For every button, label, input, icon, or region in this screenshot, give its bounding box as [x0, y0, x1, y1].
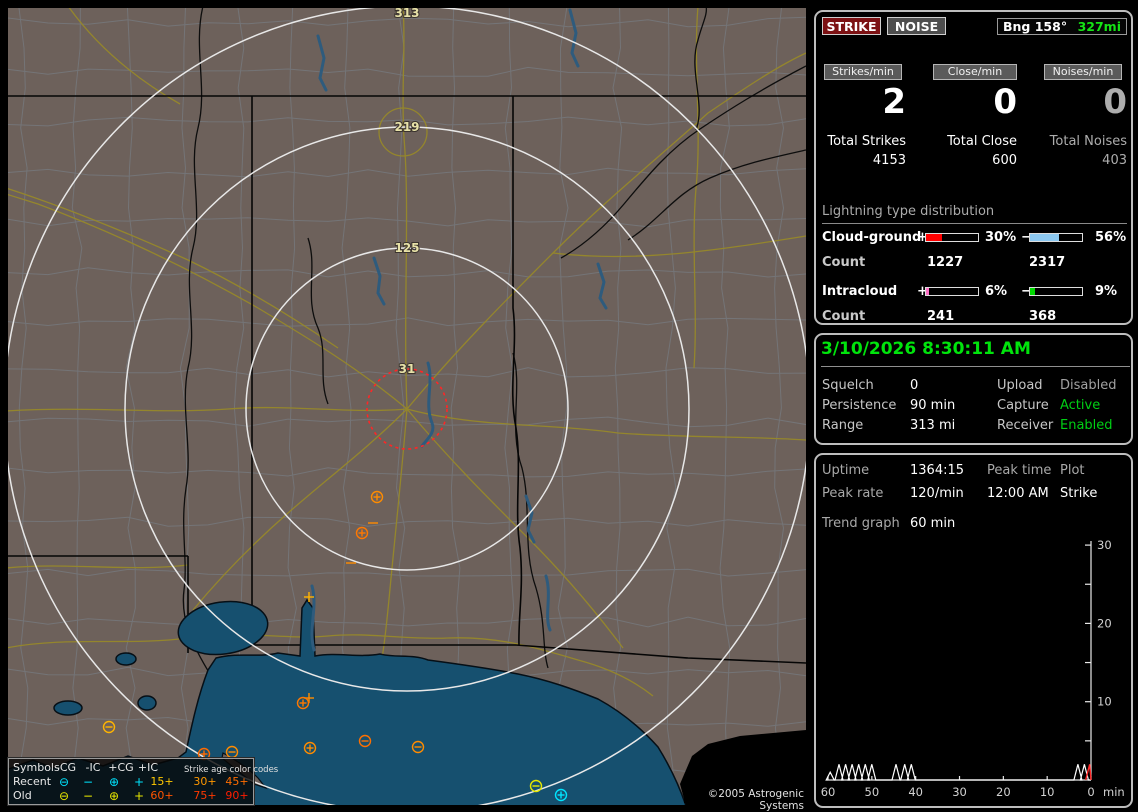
receiver-label: Receiver: [997, 418, 1054, 433]
peak-rate-value: 120/min: [910, 486, 964, 501]
cg-negative-count: 2317: [1029, 255, 1066, 270]
trend-graph: 10 20 30 60 50 40 30 20 10 0 min: [821, 538, 1125, 799]
total-strikes-label: Total Strikes: [827, 134, 906, 149]
bearing-distance: 327mi: [1077, 19, 1121, 34]
trend-window-value: 60 min: [910, 516, 956, 531]
total-close-value: 600: [992, 153, 1017, 168]
cg-positive-bar: [925, 233, 979, 242]
svg-text:0: 0: [1087, 785, 1094, 799]
ic-count-label: Count: [822, 309, 866, 324]
legend-age-90: 90+: [225, 789, 249, 802]
svg-text:10: 10: [1040, 785, 1055, 799]
strikes-per-min-value: 2: [882, 82, 906, 122]
peak-rate-label: Peak rate: [822, 486, 884, 501]
legend-age-30: 30+: [193, 775, 217, 788]
legend-recent-label: Recent: [13, 775, 52, 788]
total-noises-value: 403: [1102, 153, 1127, 168]
plot-type-value: Strike: [1060, 486, 1098, 501]
svg-text:219: 219: [394, 120, 419, 134]
legend-header-pcg: +CG: [108, 761, 134, 774]
ic-positive-pct: 6%: [985, 284, 1008, 299]
persistence-value: 90 min: [910, 398, 956, 413]
range-label: Range: [822, 418, 864, 433]
range-value: 313 mi: [910, 418, 956, 433]
ic-negative-pct: 9%: [1095, 284, 1118, 299]
total-close-label: Total Close: [947, 134, 1017, 149]
capture-label: Capture: [997, 398, 1049, 413]
svg-text:20: 20: [1097, 616, 1112, 630]
squelch-label: Squelch: [822, 378, 874, 393]
cg-count-label: Count: [822, 255, 866, 270]
ic-negative-bar: [1029, 287, 1083, 296]
ic-positive-bar: [925, 287, 979, 296]
strikes-per-min-button[interactable]: Strikes/min: [824, 64, 902, 80]
ic-negative-count: 368: [1029, 309, 1057, 324]
svg-text:313: 313: [394, 8, 419, 20]
uptime-label: Uptime: [822, 463, 870, 478]
svg-text:125: 125: [394, 241, 419, 255]
upload-label: Upload: [997, 378, 1043, 393]
capture-status: Active: [1060, 398, 1101, 413]
map-svg: 313 219 125 31: [8, 8, 806, 805]
total-strikes-value: 4153: [872, 153, 906, 168]
noise-button[interactable]: NOISE: [887, 17, 946, 35]
cloud-ground-label: Cloud-ground: [822, 230, 922, 245]
legend-age-75: 75+: [193, 789, 217, 802]
datetime-display: 3/10/2026 8:30:11 AM: [821, 339, 1130, 367]
plot-label: Plot: [1060, 463, 1085, 478]
svg-text:60: 60: [821, 785, 836, 799]
panel-stats: Uptime 1364:15 Peak time Plot Peak rate …: [814, 453, 1133, 808]
upload-status: Disabled: [1060, 378, 1117, 393]
cg-negative-pct: 56%: [1095, 230, 1127, 245]
peak-time-value: 12:00 AM: [987, 486, 1049, 501]
strike-button[interactable]: STRIKE: [822, 17, 881, 35]
legend-header-nic: -IC: [85, 761, 101, 774]
svg-text:30: 30: [1097, 538, 1112, 552]
copyright-text: ©2005 Astrogenic Systems: [684, 788, 806, 812]
cg-positive-pct: 30%: [985, 230, 1017, 245]
svg-text:31: 31: [399, 362, 416, 376]
strike-legend: Symbols -CG -IC +CG +IC Strike age color…: [7, 757, 278, 806]
intracloud-label: Intracloud: [822, 284, 898, 299]
bearing-readout: Bng 158° 327mi: [997, 18, 1127, 35]
bearing-label: Bng 158°: [1003, 19, 1068, 34]
svg-text:30: 30: [952, 785, 967, 799]
squelch-value: 0: [910, 378, 919, 393]
svg-text:10: 10: [1097, 695, 1112, 709]
legend-age-60: 60+: [150, 789, 174, 802]
distribution-heading: Lightning type distribution: [822, 204, 1127, 224]
svg-text:50: 50: [865, 785, 880, 799]
panel-counters: STRIKE NOISE Bng 158° 327mi Strikes/min …: [814, 10, 1133, 325]
total-noises-label: Total Noises: [1049, 134, 1127, 149]
map-canvas[interactable]: 313 219 125 31 Symbols -CG -IC +CG +IC Stri…: [7, 8, 806, 812]
receiver-status: Enabled: [1060, 418, 1113, 433]
ic-positive-count: 241: [927, 309, 955, 324]
cg-negative-bar: [1029, 233, 1083, 242]
persistence-label: Persistence: [822, 398, 897, 413]
legend-age-15: 15+: [150, 775, 174, 788]
panel-status: 3/10/2026 8:30:11 AM Squelch 0 Upload Di…: [814, 333, 1133, 445]
noises-per-min-value: 0: [1103, 82, 1127, 122]
close-per-min-button[interactable]: Close/min: [933, 64, 1017, 80]
peak-time-label: Peak time: [987, 463, 1052, 478]
close-per-min-value: 0: [993, 82, 1017, 122]
legend-age-45: 45+: [225, 775, 249, 788]
uptime-value: 1364:15: [910, 463, 965, 478]
svg-text:min: min: [1103, 785, 1125, 799]
trend-graph-label: Trend graph: [822, 516, 900, 531]
legend-header-pic: +IC: [137, 761, 159, 774]
cg-positive-count: 1227: [927, 255, 964, 270]
noises-per-min-button[interactable]: Noises/min: [1044, 64, 1122, 80]
svg-text:20: 20: [996, 785, 1011, 799]
svg-text:40: 40: [908, 785, 923, 799]
legend-old-label: Old: [13, 789, 32, 802]
legend-header-ncg: -CG: [55, 761, 77, 774]
